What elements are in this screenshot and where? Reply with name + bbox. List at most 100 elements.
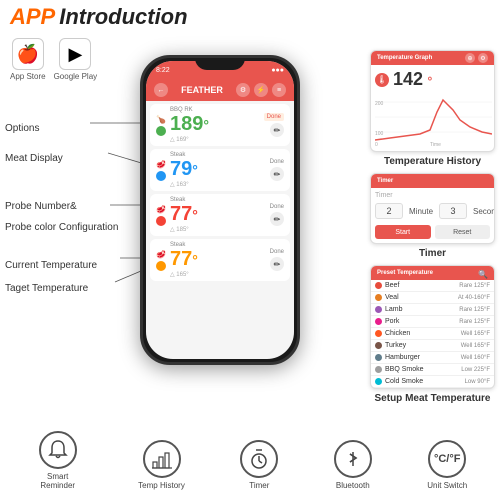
page-header: APP Introduction xyxy=(10,4,188,30)
temp-history-screenshot: Temperature Graph ⊕ ⚙ 🌡 142 ° xyxy=(370,50,495,152)
googleplay-icon: ▶ xyxy=(59,38,91,70)
menu-icon[interactable]: ≡ xyxy=(272,83,286,97)
probe-edit-4[interactable]: ✏ xyxy=(270,257,284,271)
bottom-unit-switch[interactable]: °C/°F Unit Switch xyxy=(427,440,467,491)
preset-name-lamb: Lamb xyxy=(385,306,459,313)
preset-temp-chicken: Well 165°F xyxy=(461,331,490,337)
bottom-timer[interactable]: Timer xyxy=(240,440,278,491)
th-temp-display: 142 ° xyxy=(393,69,432,90)
probe-unit-4: ° xyxy=(192,252,198,268)
probe-row-4: 🥩 Steak 77 ° △ 165° Done ✏ xyxy=(150,239,290,281)
probe-done-3: Done xyxy=(270,204,284,210)
bottom-icons-bar: Smart Reminder Temp History Timer xyxy=(5,427,495,495)
preset-temp-veal: At 40-160°F xyxy=(458,295,490,301)
temp-history-header-text: Temperature Graph xyxy=(377,55,432,61)
temp-history-content: 🌡 142 ° 0 Time 200 100 xyxy=(371,65,494,151)
preset-dot-beef xyxy=(375,282,382,289)
preset-temp-bbq: Low 225°F xyxy=(461,367,490,373)
probe-dot-4 xyxy=(156,261,166,271)
probe-temp-2: 79 xyxy=(170,158,192,181)
timer-header: Timer xyxy=(371,174,494,188)
app-title-intro: Introduction xyxy=(59,4,187,30)
back-icon[interactable]: ← xyxy=(154,83,168,97)
timer-start-button[interactable]: Start xyxy=(375,225,431,239)
preset-turkey: Turkey Well 165°F xyxy=(371,340,494,352)
timer-reset-button[interactable]: Reset xyxy=(435,225,491,239)
svg-text:200: 200 xyxy=(375,101,384,107)
store-badges: 🍎 App Store ▶ Google Play xyxy=(10,38,97,81)
settings-icon[interactable]: ⚙ xyxy=(236,83,250,97)
timer-row: 2 Minute 3 Second xyxy=(375,203,490,219)
temp-chart: 0 Time 200 100 xyxy=(375,92,492,147)
preset-temp-hamburger: Well 160°F xyxy=(461,355,490,361)
timer-minute-input[interactable]: 2 xyxy=(375,203,403,219)
timer-content: Timer 2 Minute 3 Second Start Reset xyxy=(371,188,494,243)
bottom-bluetooth[interactable]: Bluetooth xyxy=(334,440,372,491)
preset-lamb: Lamb Rare 125°F xyxy=(371,304,494,316)
probe-target-2: △ 163° xyxy=(170,181,266,188)
preset-name-hamburger: Hamburger xyxy=(385,354,461,361)
app-title-app: APP xyxy=(10,4,55,30)
label-options: Options xyxy=(5,118,39,136)
preset-name-turkey: Turkey xyxy=(385,342,461,349)
probe-temp-3: 77 xyxy=(170,203,192,226)
probe-edit-3[interactable]: ✏ xyxy=(270,212,284,226)
googleplay-label: Google Play xyxy=(54,72,98,81)
timer-label: Timer xyxy=(370,248,495,259)
timer-icon xyxy=(240,440,278,478)
preset-dot-lamb xyxy=(375,306,382,313)
timer-header-text: Timer xyxy=(377,178,393,184)
timer-bottom-label: Timer xyxy=(249,481,269,491)
preset-dot-veal xyxy=(375,294,382,301)
preset-hamburger: Hamburger Well 160°F xyxy=(371,352,494,364)
probe-dot-1 xyxy=(156,126,166,136)
phone-mockup: 8:22 ●●● ← FEATHER ⚙ ⚡ ≡ 🍗 xyxy=(140,55,300,365)
preset-name-beef: Beef xyxy=(385,282,459,289)
probe-content-4: Steak 77 ° △ 165° xyxy=(170,242,266,278)
probe-edit-1[interactable]: ✏ xyxy=(270,123,284,137)
bottom-smart-reminder[interactable]: Smart Reminder xyxy=(33,431,83,491)
preset-veal: Veal At 40-160°F xyxy=(371,292,494,304)
bluetooth-bottom-label: Bluetooth xyxy=(336,481,370,491)
label-probe-number: Probe Number&Probe color Configuration xyxy=(5,195,118,237)
timer-second-input[interactable]: 3 xyxy=(439,203,467,219)
preset-bbq: BBQ Smoke Low 225°F xyxy=(371,364,494,376)
probe-done-1: Done xyxy=(264,113,284,121)
preset-dot-hamburger xyxy=(375,354,382,361)
setup-meat-label: Setup Meat Temperature xyxy=(370,393,495,404)
bottom-temp-history[interactable]: Temp History xyxy=(138,440,185,491)
phone-topbar: ← FEATHER ⚙ ⚡ ≡ xyxy=(146,79,294,101)
probe-right-2: Done ✏ xyxy=(270,159,284,181)
probe-unit-3: ° xyxy=(192,207,198,223)
probe-content-3: Steak 77 ° △ 185° xyxy=(170,197,266,233)
label-current-temp: Current Temperature xyxy=(5,255,97,273)
probe-dot-2 xyxy=(156,171,166,181)
probe-target-4: △ 165° xyxy=(170,271,266,278)
svg-text:100: 100 xyxy=(375,131,384,137)
label-meat-display: Meat Display xyxy=(5,148,63,166)
preset-temp-turkey: Well 165°F xyxy=(461,343,490,349)
preset-dot-chicken xyxy=(375,330,382,337)
preset-temp-pork: Rare 125°F xyxy=(459,319,490,325)
probe-edit-2[interactable]: ✏ xyxy=(270,167,284,181)
preset-temp-cold: Low 90°F xyxy=(465,379,490,385)
right-panel: Temperature Graph ⊕ ⚙ 🌡 142 ° xyxy=(370,50,495,404)
appstore-badge[interactable]: 🍎 App Store xyxy=(10,38,46,81)
th-icon1[interactable]: ⊕ xyxy=(465,53,475,63)
bluetooth-icon[interactable]: ⚡ xyxy=(254,83,268,97)
probe-right-3: Done ✏ xyxy=(270,204,284,226)
probe-temp-4: 77 xyxy=(170,248,192,271)
unit-switch-icon: °C/°F xyxy=(428,440,466,478)
preset-dot-pork xyxy=(375,318,382,325)
preset-dot-bbq xyxy=(375,366,382,373)
preset-pork: Pork Rare 125°F xyxy=(371,316,494,328)
th-icon2[interactable]: ⚙ xyxy=(478,53,488,63)
probe-temp-1: 189 xyxy=(170,113,203,136)
probe-content-2: Steak 79 ° △ 163° xyxy=(170,152,266,188)
unit-switch-text: °C/°F xyxy=(434,453,461,465)
googleplay-badge[interactable]: ▶ Google Play xyxy=(54,38,98,81)
phone-signal: ●●● xyxy=(271,67,284,74)
preset-temp-screenshot: Preset Temperature 🔍 Beef Rare 125°F Vea… xyxy=(370,265,495,389)
smart-reminder-icon xyxy=(39,431,77,469)
preset-chicken: Chicken Well 165°F xyxy=(371,328,494,340)
